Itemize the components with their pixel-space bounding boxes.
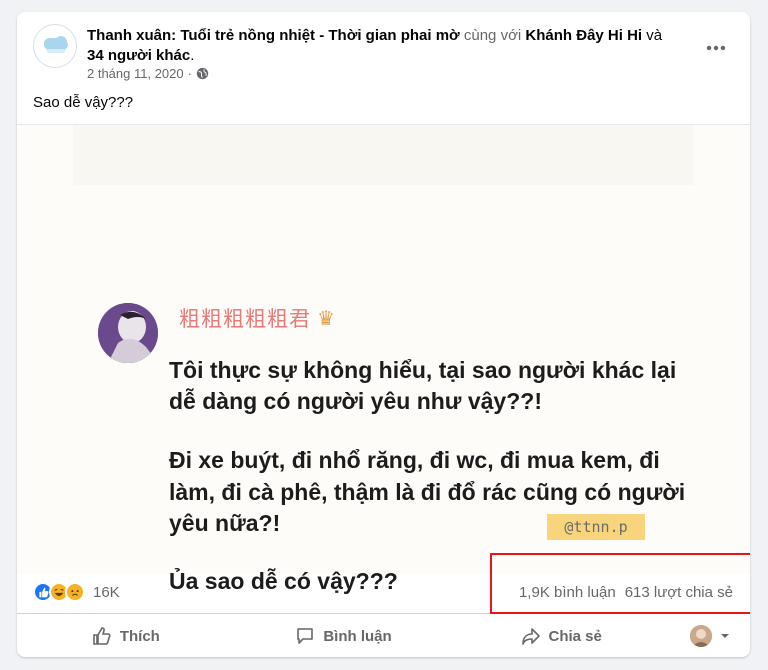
and-text: và: [646, 27, 663, 44]
globe-icon: [196, 67, 209, 80]
image-top-band: [73, 125, 693, 185]
image-watermark: @ttnn.p: [547, 514, 645, 540]
highlight-box: [490, 553, 750, 614]
author-link[interactable]: Thanh xuân: Tuổi trẻ nồng nhiệt - Thời g…: [87, 27, 460, 44]
post-caption: Sao dễ vậy???: [33, 94, 134, 111]
comment-button[interactable]: Bình luận: [235, 615, 453, 657]
more-options-button[interactable]: [698, 30, 734, 66]
image-text-line: Đi xe buýt, đi nhổ răng, đi wc, đi mua k…: [169, 447, 660, 473]
react-as-selector[interactable]: [670, 615, 750, 657]
image-text-line: dễ dàng có người yêu như vậy??!: [169, 388, 542, 414]
page-avatar[interactable]: [33, 24, 77, 68]
post-meta: 2 tháng 11, 2020 ·: [87, 66, 209, 81]
post-title: Thanh xuân: Tuổi trẻ nồng nhiệt - Thời g…: [87, 27, 663, 64]
like-button[interactable]: Thích: [17, 615, 235, 657]
sad-reaction-icon: [65, 582, 85, 602]
image-user-avatar: [98, 303, 158, 363]
post-card: Thanh xuân: Tuổi trẻ nồng nhiệt - Thời g…: [17, 12, 750, 657]
user-photo-icon: [98, 303, 158, 363]
image-username: 粗粗粗粗粗君 ♛: [179, 307, 336, 332]
post-image[interactable]: 粗粗粗粗粗君 ♛ Tôi thực sự không hiểu, tại sao…: [17, 124, 750, 594]
cloud-logo-icon: [36, 27, 76, 67]
post-date[interactable]: 2 tháng 11, 2020: [87, 66, 184, 81]
share-arrow-icon: [521, 628, 540, 645]
comment-icon: [297, 628, 314, 644]
like-label: Thích: [119, 627, 160, 645]
crown-icon: ♛: [317, 307, 336, 330]
thumbs-up-icon: [93, 627, 111, 645]
tagged-user-link[interactable]: Khánh Đây Hi Hi: [525, 27, 642, 44]
post-header: Thanh xuân: Tuổi trẻ nồng nhiệt - Thời g…: [17, 12, 750, 84]
image-text-line: làm, đi cà phê, thậm là đi đổ rác cũng c…: [169, 479, 686, 505]
share-button[interactable]: Chia sẻ: [452, 615, 670, 657]
reaction-count[interactable]: 16K: [93, 584, 120, 601]
comment-label: Bình luận: [323, 627, 392, 645]
reactions-summary[interactable]: 16K: [33, 582, 120, 602]
profile-avatar: [690, 625, 713, 647]
share-label: Chia sẻ: [548, 627, 602, 645]
action-bar: Thích Bình luận Chia sẻ: [17, 615, 750, 657]
chevron-down-icon: [721, 634, 730, 638]
more-dots-icon: [706, 45, 726, 51]
image-text-line: Tôi thực sự không hiểu, tại sao người kh…: [169, 357, 677, 383]
others-link[interactable]: 34 người khác: [87, 47, 190, 64]
with-text: cùng với: [463, 27, 522, 44]
